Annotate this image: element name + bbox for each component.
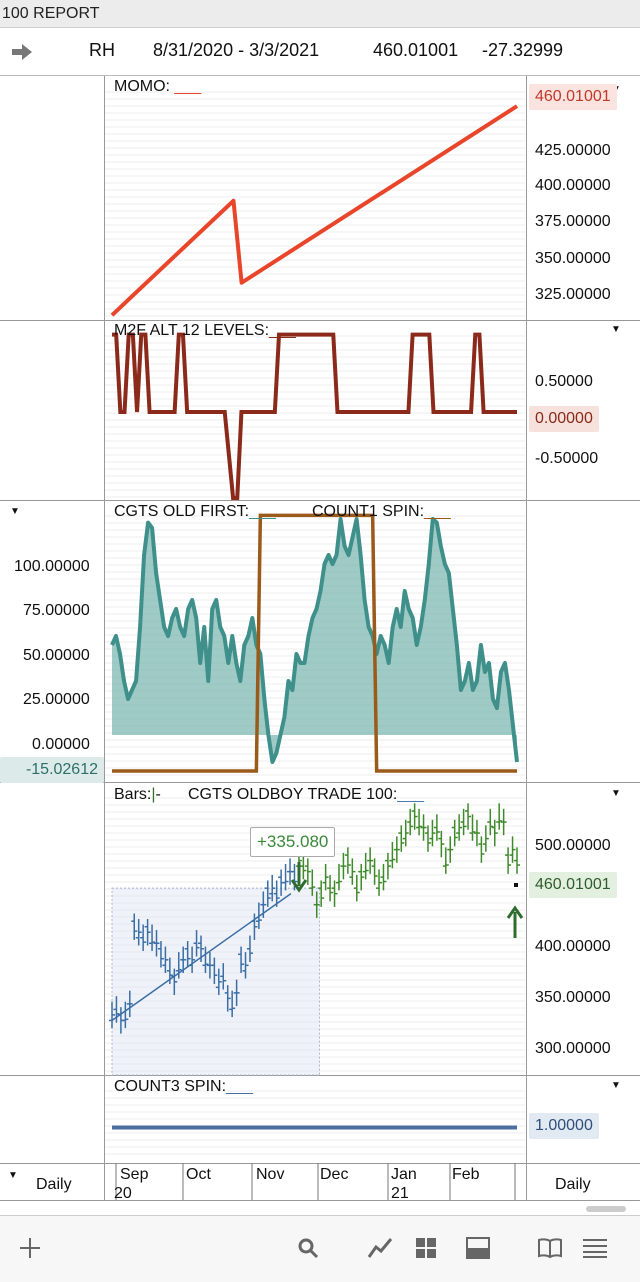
draw-trend-icon[interactable]	[364, 1232, 396, 1264]
horizontal-scrollbar[interactable]	[586, 1206, 626, 1212]
layout-grid-icon[interactable]	[410, 1232, 442, 1264]
month-label: Oct	[186, 1166, 211, 1183]
oldboy-title: CGTS OLDBOY TRADE 100:___	[188, 786, 424, 803]
cgts-title: CGTS OLD FIRST:___	[114, 503, 276, 520]
pane-menu-caret[interactable]: ▼	[611, 1080, 621, 1091]
month-label: Dec	[320, 1166, 349, 1183]
y-tick-label: 350.00000	[535, 989, 611, 1006]
cgts-value-badge: -15.02612	[0, 757, 104, 783]
y-tick-label: 400.00000	[535, 177, 611, 194]
momo-title: MOMO: ___	[114, 78, 202, 95]
y-tick-label: 425.00000	[535, 142, 611, 159]
count3-title: COUNT3 SPIN:___	[114, 1078, 253, 1095]
period-menu-caret[interactable]: ▼	[8, 1170, 18, 1181]
y-tick-label: 400.00000	[535, 938, 611, 955]
pane-menu-caret[interactable]: ▼	[611, 324, 621, 335]
panel-icon[interactable]	[462, 1232, 494, 1264]
measure-region	[111, 887, 321, 1076]
y-tick-label: 0.00000	[32, 736, 90, 753]
m2f-title: M2F ALT 12 LEVELS:___	[114, 322, 296, 339]
bars-value-badge: 460.01001	[529, 872, 617, 898]
y-tick-label: 350.00000	[535, 250, 611, 267]
month-label: Jan	[391, 1166, 417, 1183]
year-label: 21	[391, 1185, 409, 1202]
last-price-marker	[514, 883, 518, 887]
bottom-toolbar	[0, 1215, 640, 1282]
month-label: Sep	[120, 1166, 149, 1183]
y-tick-label: 0.50000	[535, 373, 593, 390]
y-tick-label: 375.00000	[535, 213, 611, 230]
y-tick-label: 25.00000	[23, 691, 90, 708]
search-icon[interactable]	[292, 1232, 324, 1264]
month-label: Nov	[256, 1166, 285, 1183]
add-icon[interactable]	[14, 1232, 46, 1264]
book-icon[interactable]	[534, 1232, 566, 1264]
period-selector-left[interactable]: Daily	[36, 1176, 72, 1194]
momo-value-badge: 460.01001	[529, 84, 617, 110]
y-tick-label: 50.00000	[23, 647, 90, 664]
y-tick-label: 325.00000	[535, 286, 611, 303]
period-selector-right[interactable]: Daily	[555, 1176, 591, 1194]
y-tick-label: 300.00000	[535, 1040, 611, 1057]
bars-title: Bars:|-	[114, 786, 161, 803]
up-arrow-icon	[506, 905, 524, 938]
month-label: Feb	[452, 1166, 480, 1183]
y-tick-label: -0.50000	[535, 450, 599, 467]
count1-title: COUNT1 SPIN:___	[312, 503, 451, 520]
m2f-line	[112, 332, 517, 500]
y-tick-label: 75.00000	[23, 602, 90, 619]
y-tick-label: 100.00000	[14, 558, 90, 575]
pane-menu-caret[interactable]: ▼	[10, 506, 20, 517]
count3-value-badge: 1.00000	[529, 1113, 599, 1139]
year-label: 20	[114, 1185, 132, 1202]
list-icon[interactable]	[579, 1232, 611, 1264]
pane-menu-caret[interactable]: ▼	[611, 788, 621, 799]
m2f-value-badge: 0.00000	[529, 406, 599, 432]
measure-label: +335.080	[250, 827, 336, 857]
y-tick-label: 500.00000	[535, 837, 611, 854]
